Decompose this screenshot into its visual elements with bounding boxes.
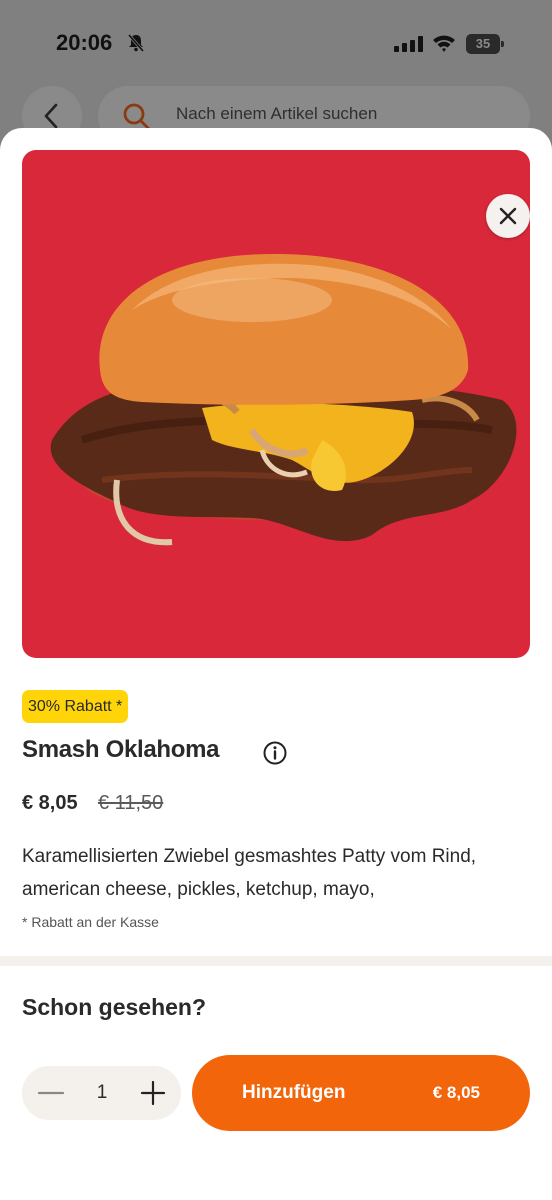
burger-illustration — [50, 253, 517, 546]
product-image — [22, 150, 530, 658]
chevron-left-icon — [44, 103, 58, 129]
discount-badge: 30% Rabatt * — [22, 690, 129, 723]
section-divider — [0, 956, 552, 966]
status-time: 20:06 — [56, 30, 113, 55]
minus-icon[interactable] — [36, 1078, 66, 1108]
add-to-cart-label: Hinzufügen — [242, 1082, 346, 1103]
add-to-cart-button[interactable]: Hinzufügen € 8,05 — [192, 1055, 530, 1131]
quantity-stepper: 1 — [22, 1066, 181, 1120]
status-bar: 20:06 35 — [0, 0, 552, 90]
product-description: Karamellisierten Zwiebel gesmashtes Patt… — [22, 846, 477, 900]
signal-icon — [394, 36, 423, 52]
product-price: € 8,05 — [22, 792, 78, 814]
battery-icon: 35 — [466, 34, 504, 54]
quantity-value: 1 — [96, 1082, 108, 1103]
product-old-price: € 11,50 — [98, 792, 164, 814]
plus-icon[interactable] — [138, 1078, 168, 1108]
bell-muted-icon — [127, 34, 145, 52]
discount-note: * Rabatt an der Kasse — [22, 914, 159, 930]
suggestions-title: Schon gesehen? — [22, 994, 207, 1020]
info-icon[interactable] — [262, 740, 288, 766]
battery-level: 35 — [466, 34, 500, 54]
product-sheet: 30% Rabatt * Smash Oklahoma € 8,05 € 11,… — [0, 128, 552, 1200]
product-title: Smash Oklahoma — [22, 736, 220, 763]
close-icon — [499, 207, 517, 225]
wifi-icon — [433, 35, 455, 52]
close-button[interactable] — [486, 194, 530, 238]
search-placeholder: Nach einem Artikel suchen — [176, 104, 378, 123]
add-to-cart-price: € 8,05 — [432, 1083, 480, 1102]
